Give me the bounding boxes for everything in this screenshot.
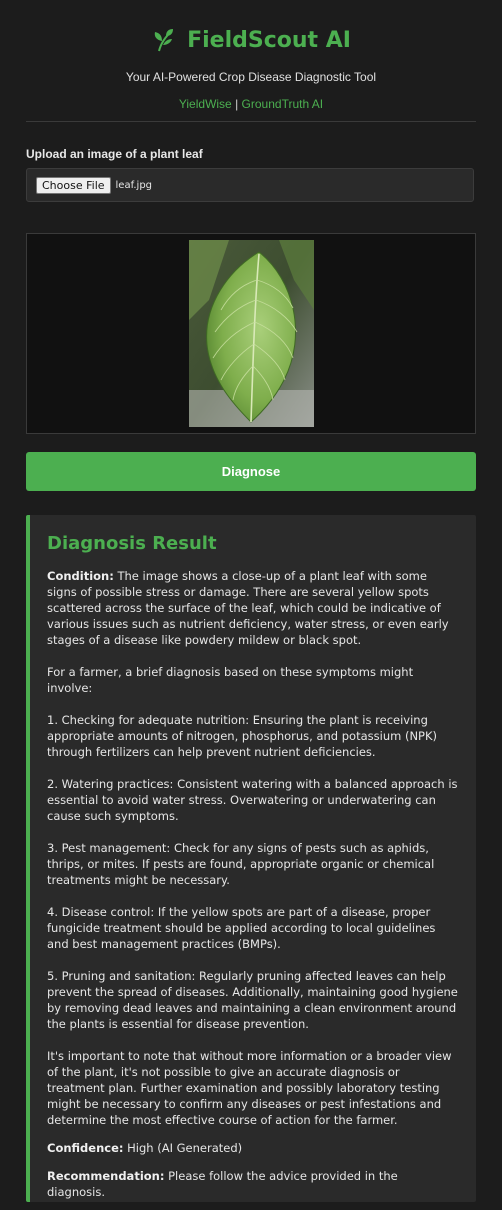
condition-paragraph: Condition: The image shows a close-up of… [47, 568, 458, 648]
header-divider [26, 121, 476, 122]
image-preview [26, 233, 476, 434]
choose-file-button[interactable]: Choose File [36, 176, 111, 194]
leaf-sprout-icon [154, 29, 174, 52]
app-header: FieldScout AI Your AI-Powered Crop Disea… [0, 0, 502, 112]
file-input[interactable]: Choose File leaf.jpg [26, 168, 474, 202]
result-heading: Diagnosis Result [47, 533, 217, 554]
app-tagline: Your AI-Powered Crop Disease Diagnostic … [125, 70, 377, 84]
advice-point-3: 3. Pest management: Check for any signs … [47, 841, 435, 887]
advice-point-5: 5. Pruning and sanitation: Regularly pru… [47, 969, 458, 1031]
recommendation-label: Recommendation: [47, 1169, 165, 1183]
confidence-line: Confidence: High (AI Generated) [47, 1140, 458, 1156]
advice-point-1: 1. Checking for adequate nutrition: Ensu… [47, 713, 438, 759]
selected-file-name: leaf.jpg [115, 179, 153, 191]
header-links: YieldWise | GroundTruth AI [0, 97, 502, 111]
title-row: FieldScout AI [0, 22, 502, 58]
leaf-image [189, 240, 314, 427]
intro-paragraph: For a farmer, a brief diagnosis based on… [47, 665, 414, 695]
groundtruth-link[interactable]: GroundTruth AI [242, 97, 324, 111]
confidence-value: High (AI Generated) [123, 1141, 243, 1155]
advice-point-4: 4. Disease control: If the yellow spots … [47, 905, 436, 951]
yieldwise-link[interactable]: YieldWise [179, 97, 232, 111]
diagnose-button[interactable]: Diagnose [26, 452, 476, 491]
app-title: FieldScout AI [187, 27, 351, 53]
confidence-label: Confidence: [47, 1141, 124, 1155]
closing-paragraph: It's important to note that without more… [47, 1049, 452, 1127]
recommendation-line: Recommendation: Please follow the advice… [47, 1168, 458, 1200]
diagnosis-result-panel: Diagnosis Result Condition: The image sh… [26, 515, 476, 1202]
advice-point-2: 2. Watering practices: Consistent wateri… [47, 777, 458, 823]
upload-label: Upload an image of a plant leaf [26, 147, 203, 161]
condition-label: Condition: [47, 569, 114, 583]
link-separator: | [235, 97, 239, 111]
